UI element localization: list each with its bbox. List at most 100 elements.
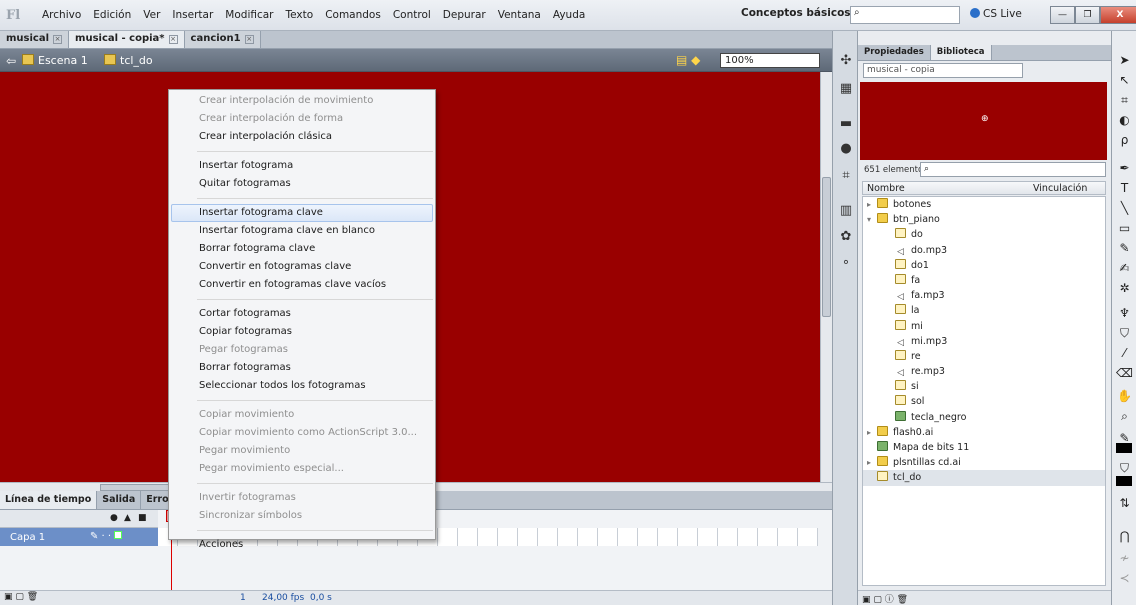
menu-item-3[interactable]: Insertar — [166, 9, 219, 21]
context-menu-item[interactable]: Insertar fotograma clave — [171, 204, 433, 222]
zoom-tool-icon[interactable]: ⌕ — [1116, 409, 1133, 426]
library-item[interactable]: fa — [863, 273, 1105, 288]
layer-row[interactable]: Capa 1 ✎ · · — [0, 528, 158, 546]
context-menu-item[interactable]: Borrar fotogramas — [169, 359, 435, 377]
new-symbol-icon[interactable]: ▣ ▢ ⓘ 🗑 — [862, 592, 908, 605]
eyedropper-icon[interactable]: ⁄ — [1116, 346, 1133, 363]
rectangle-tool-icon[interactable]: ▭ — [1116, 221, 1133, 238]
line-tool-icon[interactable]: ╲ — [1116, 201, 1133, 218]
library-tab[interactable]: Propiedades — [858, 45, 931, 60]
deco-tool-icon[interactable]: ✲ — [1116, 281, 1133, 298]
workspace-switcher[interactable]: Conceptos básicos ▾ — [735, 7, 867, 24]
library-item[interactable]: tecla_negro — [863, 410, 1105, 425]
selection-tool-icon[interactable]: ➤ — [1116, 53, 1133, 70]
menu-item-4[interactable]: Modificar — [219, 9, 279, 21]
scroll-thumb[interactable] — [822, 177, 831, 317]
layer-outline-swatch[interactable] — [114, 531, 123, 539]
library-item[interactable]: ▸ botones — [863, 197, 1105, 212]
maximize-button[interactable]: ❐ — [1075, 6, 1100, 24]
timeline-tab[interactable]: Salida — [97, 491, 142, 509]
library-item[interactable]: do — [863, 227, 1105, 242]
pencil-tool-icon[interactable]: ✎ — [1116, 241, 1133, 258]
edit-scene-icons[interactable]: ▤ ◆ — [676, 53, 700, 67]
menu-item-7[interactable]: Control — [387, 9, 437, 21]
smooth-icon[interactable]: ≁ — [1116, 551, 1133, 568]
lasso-icon[interactable]: ρ — [1116, 133, 1133, 150]
context-menu-item[interactable]: Insertar fotograma clave en blanco — [169, 222, 435, 240]
3d-rotation-icon[interactable]: ◐ — [1116, 113, 1133, 130]
timeline-tab[interactable]: Línea de tiempo — [0, 491, 98, 509]
edit-symbol-icon[interactable]: ◆ — [691, 53, 700, 67]
library-item[interactable]: re — [863, 349, 1105, 364]
close-button[interactable]: X — [1100, 6, 1136, 24]
pen-tool-icon[interactable]: ✒ — [1116, 161, 1133, 178]
close-tab-icon[interactable]: × — [168, 35, 178, 44]
library-document-select[interactable]: musical - copia — [863, 63, 1023, 78]
library-tab[interactable]: Biblioteca — [930, 45, 992, 60]
library-item[interactable]: ◁ re.mp3 — [863, 364, 1105, 379]
color-icon[interactable]: ∘ — [838, 255, 854, 271]
menu-item-9[interactable]: Ventana — [492, 9, 547, 21]
lock-icon[interactable]: ▲ — [124, 513, 131, 523]
close-tab-icon[interactable]: × — [244, 35, 254, 44]
menu-item-2[interactable]: Ver — [137, 9, 166, 21]
symbol-breadcrumb[interactable]: tcl_do — [104, 54, 153, 67]
snap-magnet-icon[interactable]: ⋂ — [1116, 529, 1133, 546]
menu-item-0[interactable]: Archivo — [36, 9, 87, 21]
brush-tool-icon[interactable]: ✍ — [1116, 261, 1133, 278]
library-item[interactable]: mi — [863, 319, 1105, 334]
close-tab-icon[interactable]: × — [53, 35, 63, 44]
motion-editor-icon[interactable]: ✣ — [838, 53, 854, 69]
menu-item-1[interactable]: Edición — [87, 9, 137, 21]
eraser-icon[interactable]: ⌫ — [1116, 366, 1133, 383]
context-menu-item[interactable]: Convertir en fotogramas clave vacíos — [169, 276, 435, 294]
expand-toggle-icon[interactable]: ▸ — [867, 197, 877, 212]
library-item[interactable]: Mapa de bits 11 — [863, 440, 1105, 455]
library-item[interactable]: ▾ btn_piano — [863, 212, 1105, 227]
paint-bucket-icon[interactable]: ⛉ — [1116, 326, 1133, 343]
library-item[interactable]: ◁ fa.mp3 — [863, 288, 1105, 303]
stroke-color-swatch[interactable] — [1116, 443, 1132, 453]
doc-tab[interactable]: musical - copia* × — [69, 31, 185, 48]
stage-vertical-scrollbar[interactable] — [820, 72, 832, 482]
library-search-input[interactable]: ⌕ — [920, 162, 1106, 177]
expand-toggle-icon[interactable]: ▸ — [867, 455, 877, 470]
hand-tool-icon[interactable]: ✋ — [1116, 389, 1133, 406]
library-item[interactable]: sol — [863, 394, 1105, 409]
doc-tab[interactable]: cancion1 × — [184, 31, 261, 48]
menu-item-6[interactable]: Comandos — [319, 9, 387, 21]
menu-item-8[interactable]: Depurar — [437, 9, 492, 21]
expand-toggle-icon[interactable]: ▸ — [867, 425, 877, 440]
column-name[interactable]: Nombre — [867, 183, 905, 194]
new-layer-icon[interactable]: ▣ ▢ 🗑 — [4, 592, 38, 602]
library-item[interactable]: la — [863, 303, 1105, 318]
outline-icon[interactable]: ■ — [138, 513, 147, 523]
cs-live-button[interactable]: CS Live — [970, 8, 1022, 20]
text-tool-icon[interactable]: T — [1116, 181, 1133, 198]
grid-icon[interactable]: ▦ — [838, 81, 854, 97]
menu-item-5[interactable]: Texto — [280, 9, 320, 21]
straighten-icon[interactable]: ≺ — [1116, 571, 1133, 588]
scene-breadcrumb[interactable]: Escena 1 — [22, 54, 88, 67]
context-menu-item[interactable]: Quitar fotogramas — [169, 175, 435, 193]
context-menu-item[interactable]: Cortar fotogramas — [169, 305, 435, 323]
doc-tab[interactable]: musical × — [0, 31, 70, 48]
library-item[interactable]: ◁ mi.mp3 — [863, 334, 1105, 349]
bone-tool-icon[interactable]: ♆ — [1116, 306, 1133, 323]
subselection-tool-icon[interactable]: ↖ — [1116, 73, 1133, 90]
context-menu-item[interactable]: Insertar fotograma — [169, 157, 435, 175]
context-menu-item[interactable]: Convertir en fotogramas clave — [169, 258, 435, 276]
eye-icon[interactable]: ● — [110, 513, 118, 523]
library-item[interactable]: ▸ flash0.ai — [863, 425, 1105, 440]
edit-scene-icon[interactable]: ▤ — [676, 53, 687, 67]
info-icon[interactable]: ● — [838, 141, 854, 157]
menu-item-10[interactable]: Ayuda — [547, 9, 591, 21]
transform-icon[interactable]: ⌗ — [838, 168, 854, 184]
help-search-input[interactable]: ⌕ — [850, 6, 960, 24]
frame-rate[interactable]: 24,00 fps — [262, 593, 304, 603]
zoom-select[interactable]: 100% — [720, 53, 820, 68]
library-item[interactable]: ◁ do.mp3 — [863, 243, 1105, 258]
free-transform-icon[interactable]: ⌗ — [1116, 93, 1133, 110]
context-menu-item[interactable]: Borrar fotograma clave — [169, 240, 435, 258]
column-linkage[interactable]: Vinculación — [1033, 183, 1087, 194]
